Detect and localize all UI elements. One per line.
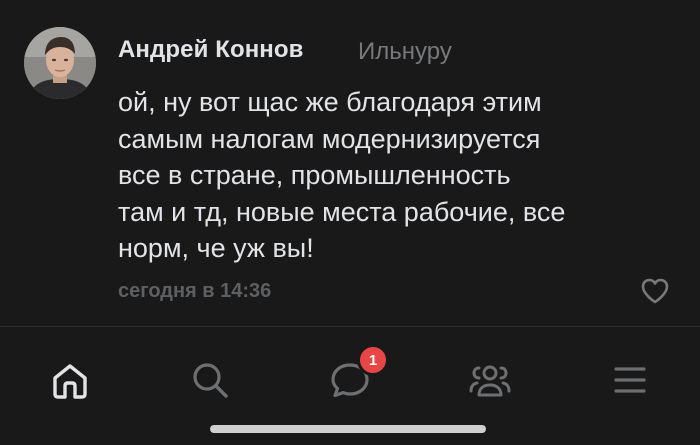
heart-outline-icon: [641, 278, 669, 304]
tab-friends[interactable]: [462, 352, 518, 408]
comment-text-line: там и тд, новые места рабочие, все: [118, 196, 566, 227]
tab-home[interactable]: [42, 352, 98, 408]
comment-item: Андрей Коннов Ильнуру ой, ну вот щас же …: [0, 0, 700, 326]
home-indicator[interactable]: [210, 425, 486, 433]
reply-to-name[interactable]: Ильнуру: [358, 38, 452, 66]
comment-text: ой, ну вот щас же благодаря этим самым н…: [118, 84, 678, 267]
people-icon: [469, 365, 511, 397]
tab-search[interactable]: [182, 352, 238, 408]
like-button[interactable]: [640, 277, 670, 305]
comment-text-line: норм, че уж вы!: [118, 233, 314, 263]
unread-badge: 1: [357, 344, 389, 376]
comment-timestamp: сегодня в 14:36: [118, 280, 272, 302]
comment-author[interactable]: Андрей Коннов: [118, 36, 304, 64]
comment-text-line: самым налогам модернизируется: [118, 123, 541, 154]
menu-icon: [614, 367, 646, 393]
avatar[interactable]: [24, 27, 96, 99]
comment-text-line: ой, ну вот щас же благодаря этим: [118, 87, 542, 117]
tab-menu[interactable]: [602, 352, 658, 408]
comment-text-line: все в стране, промышленность: [118, 160, 511, 190]
search-icon: [193, 363, 228, 398]
home-icon: [53, 364, 87, 399]
